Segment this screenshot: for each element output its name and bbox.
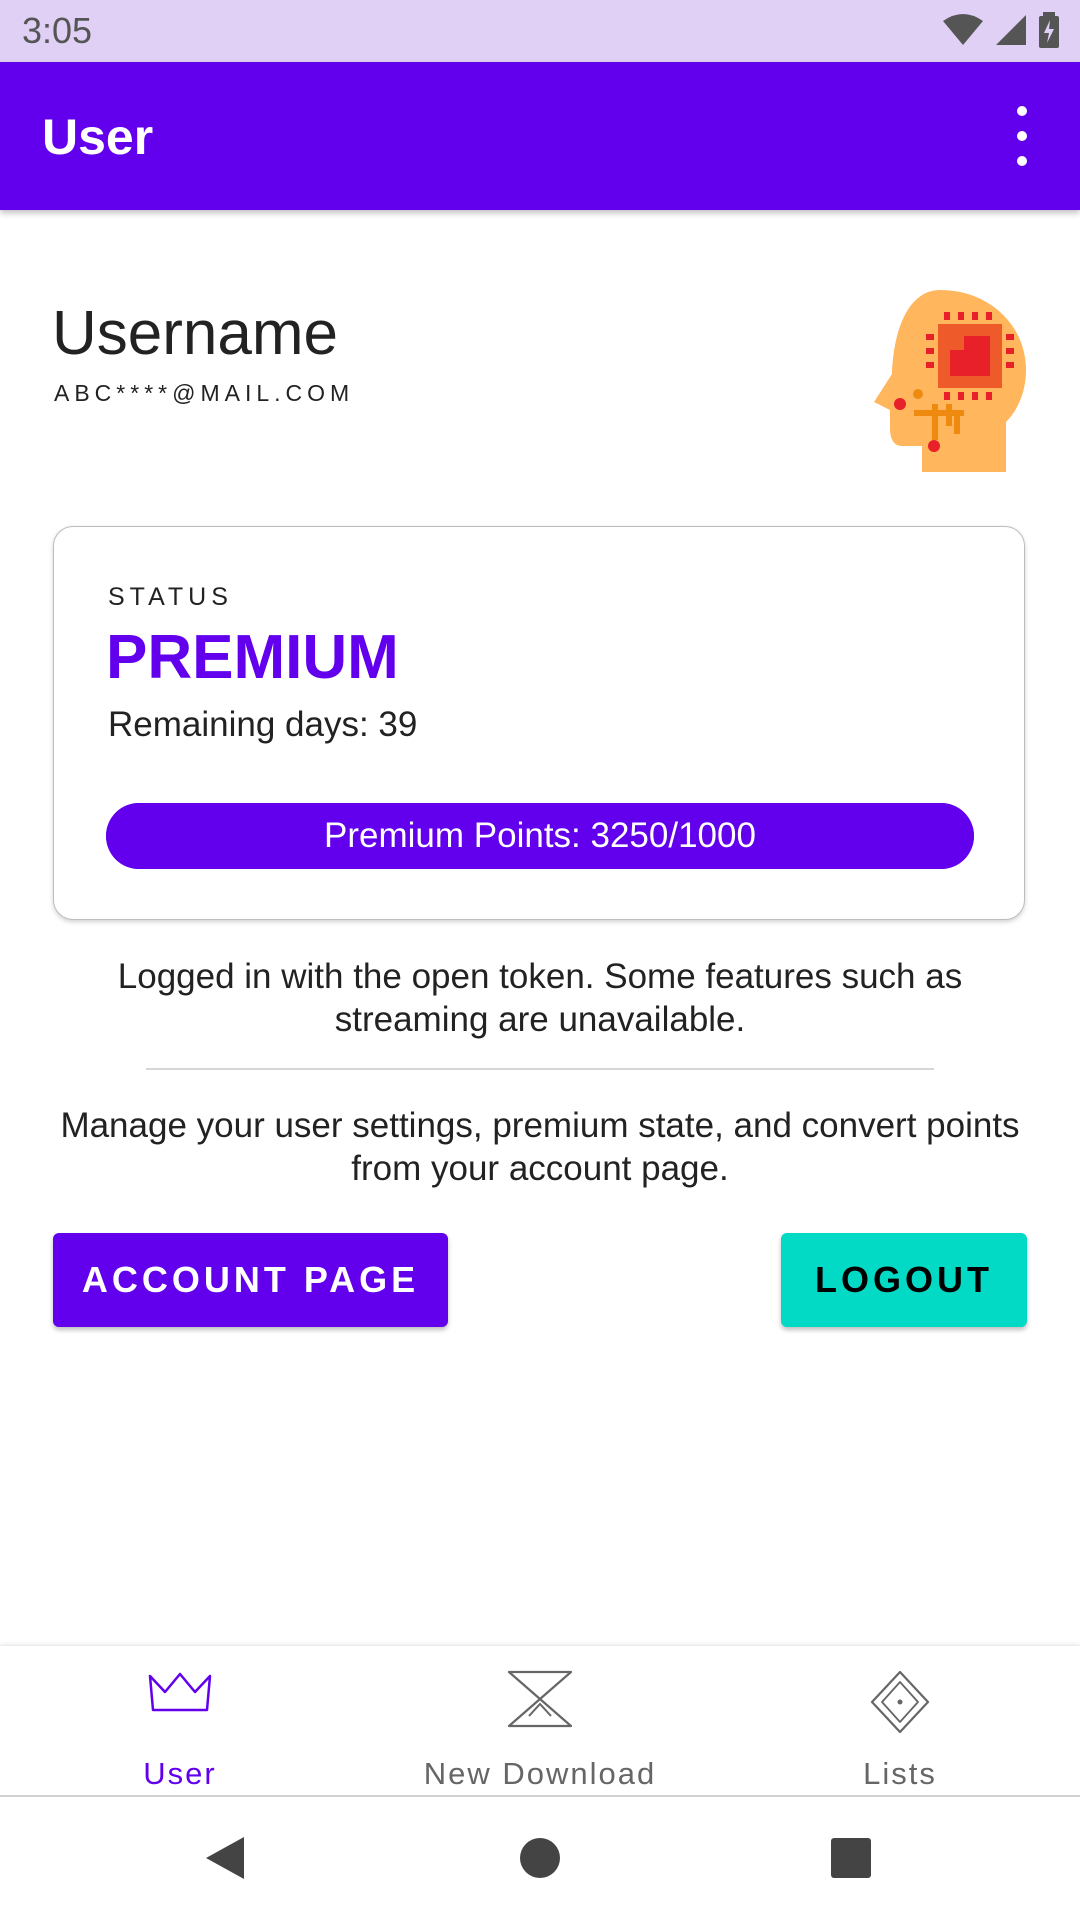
home-icon[interactable]: [515, 1833, 565, 1883]
back-icon[interactable]: [200, 1833, 250, 1883]
crown-icon: [148, 1672, 212, 1712]
app-bar: User: [0, 62, 1080, 210]
app-title: User: [42, 109, 154, 165]
manage-text: Manage your user settings, premium state…: [60, 1106, 1020, 1188]
wifi-icon: [943, 14, 983, 45]
premium-points-text: Premium Points: 3250/1000: [324, 816, 756, 855]
email: ABC****@MAIL.COM: [54, 380, 355, 406]
more-vert-icon[interactable]: [1006, 106, 1038, 166]
status-time: 3:05: [22, 10, 93, 51]
nav-item-new-download[interactable]: New Download: [360, 1646, 720, 1796]
signal-icon: [996, 15, 1026, 45]
system-navigation: [0, 1797, 1080, 1920]
nav-label-user: User: [143, 1756, 217, 1791]
recents-icon[interactable]: [826, 1833, 876, 1883]
status-value: PREMIUM: [106, 623, 399, 692]
status-bar: 3:05: [0, 0, 1080, 62]
nav-item-lists[interactable]: Lists: [720, 1646, 1080, 1796]
divider: [146, 1068, 934, 1070]
remaining-days: Remaining days: 39: [108, 705, 418, 744]
status-label: STATUS: [108, 583, 233, 611]
hourglass-icon: [507, 1670, 573, 1728]
status-icons: [942, 12, 1060, 48]
premium-points-bar: Premium Points: 3250/1000: [106, 803, 974, 869]
battery-icon: [1039, 12, 1059, 48]
nav-label-new-download: New Download: [423, 1756, 657, 1791]
logout-button[interactable]: LOGOUT: [781, 1233, 1027, 1327]
ai-head-icon: [874, 290, 1026, 472]
username: Username: [52, 299, 338, 368]
account-page-button[interactable]: ACCOUNT PAGE: [53, 1233, 448, 1327]
nav-label-lists: Lists: [863, 1756, 937, 1791]
bottom-navigation: User New Download Lists: [0, 1645, 1080, 1796]
login-notice: Logged in with the open token. Some feat…: [117, 957, 963, 1039]
nav-item-user[interactable]: User: [0, 1646, 360, 1796]
status-card: STATUS PREMIUM Remaining days: 39 Premiu…: [53, 526, 1025, 920]
diamond-icon: [870, 1670, 930, 1734]
